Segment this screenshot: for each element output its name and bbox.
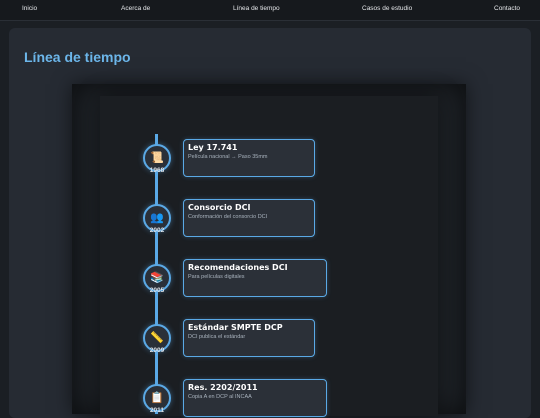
nav-link-linea-de-tiempo[interactable]: Línea de tiempo xyxy=(233,5,280,12)
timeline-event-card[interactable]: Estándar SMPTE DCP DCI publica el estánd… xyxy=(183,319,315,357)
event-title: Ley 17.741 xyxy=(188,143,238,152)
event-description: DCI publica el estándar xyxy=(188,334,246,340)
nav-link-inicio[interactable]: Inicio xyxy=(22,5,37,12)
timeline-year: 2002 xyxy=(149,227,165,234)
event-description: Copia A en DCP al INCAA xyxy=(188,394,252,400)
timeline-year: 1968 xyxy=(149,167,165,174)
timeline-year: 2005 xyxy=(149,287,165,294)
timeline-event-card[interactable]: Consorcio DCI Conformación del consorcio… xyxy=(183,199,315,237)
event-title: Res. 2202/2011 xyxy=(188,383,258,392)
nav-link-acerca-de[interactable]: Acerca de xyxy=(121,5,150,12)
nav-link-casos-de-estudio[interactable]: Casos de estudio xyxy=(362,5,412,12)
event-title: Consorcio DCI xyxy=(188,203,251,212)
timeline-event-card[interactable]: Res. 2202/2011 Copia A en DCP al INCAA xyxy=(183,379,327,417)
top-navigation: Inicio Acerca de Línea de tiempo Casos d… xyxy=(0,0,540,21)
timeline-event-card[interactable]: Ley 17.741 Película nacional → Paso 35mm xyxy=(183,139,315,177)
ruler-icon: 📏 xyxy=(150,331,164,344)
nav-link-contacto[interactable]: Contacto xyxy=(494,5,520,12)
scroll-icon: 📜 xyxy=(150,151,164,164)
event-description: Película nacional → Paso 35mm xyxy=(188,154,268,160)
event-description: Para películas digitales xyxy=(188,274,245,280)
people-icon: 👥 xyxy=(150,211,164,224)
books-icon: 📚 xyxy=(150,271,164,284)
event-title: Estándar SMPTE DCP xyxy=(188,323,283,332)
event-title: Recomendaciones DCI xyxy=(188,263,288,272)
timeline-year: 2011 xyxy=(149,407,165,414)
timeline-year: 2009 xyxy=(149,347,165,354)
clipboard-icon: 📋 xyxy=(150,391,164,404)
event-description: Conformación del consorcio DCI xyxy=(188,214,268,220)
timeline-event-card[interactable]: Recomendaciones DCI Para películas digit… xyxy=(183,259,327,297)
page-title: Línea de tiempo xyxy=(24,49,131,65)
